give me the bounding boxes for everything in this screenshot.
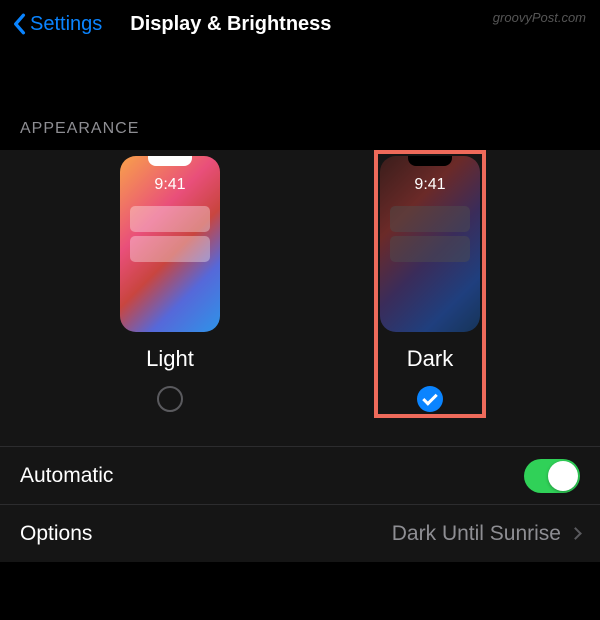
automatic-label: Automatic — [20, 464, 113, 488]
options-row[interactable]: Options Dark Until Sunrise — [0, 504, 600, 562]
back-button[interactable]: Settings — [12, 13, 102, 36]
radio-light[interactable] — [157, 386, 183, 412]
toggle-knob — [548, 461, 578, 491]
preview-time: 9:41 — [120, 176, 220, 194]
preview-dark: 9:41 — [380, 156, 480, 332]
option-label-light: Light — [146, 346, 194, 372]
widget-placeholder — [130, 206, 210, 232]
notch-icon — [148, 156, 192, 166]
notch-icon — [408, 156, 452, 166]
options-value-container: Dark Until Sunrise — [392, 522, 580, 546]
appearance-option-dark[interactable]: 9:41 Dark — [374, 150, 486, 418]
appearance-section-header: APPEARANCE — [0, 48, 600, 150]
options-label: Options — [20, 522, 92, 546]
page-title: Display & Brightness — [130, 13, 331, 36]
radio-dark[interactable] — [417, 386, 443, 412]
checkmark-icon — [422, 390, 438, 406]
chevron-right-icon — [569, 527, 582, 540]
automatic-toggle[interactable] — [524, 459, 580, 493]
options-value: Dark Until Sunrise — [392, 522, 561, 546]
automatic-row: Automatic — [0, 446, 600, 504]
widget-placeholder — [130, 236, 210, 262]
appearance-options: 9:41 Light 9:41 Dark — [0, 150, 600, 446]
option-label-dark: Dark — [407, 346, 453, 372]
widget-placeholder — [390, 236, 470, 262]
preview-time: 9:41 — [380, 176, 480, 194]
back-label: Settings — [30, 13, 102, 36]
widget-placeholder — [390, 206, 470, 232]
chevron-left-icon — [12, 13, 26, 35]
watermark-text: groovyPost.com — [493, 10, 586, 25]
preview-light: 9:41 — [120, 156, 220, 332]
appearance-option-light[interactable]: 9:41 Light — [114, 150, 226, 418]
